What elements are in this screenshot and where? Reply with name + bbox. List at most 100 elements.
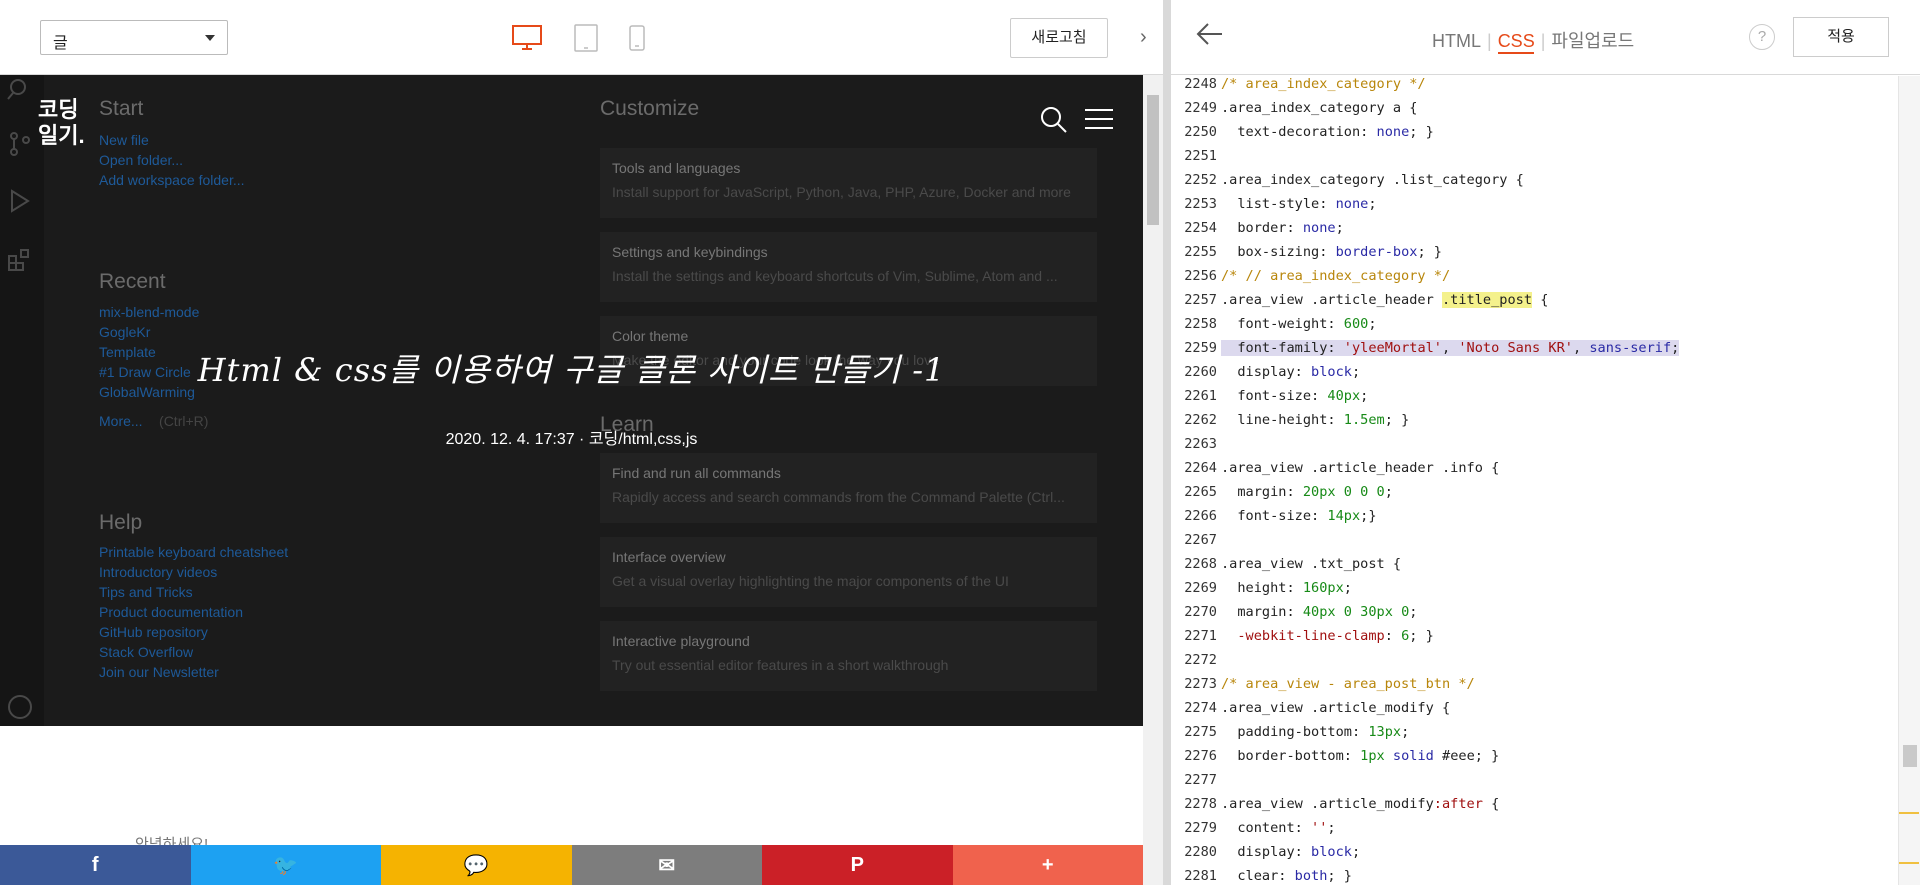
twitter-share-button[interactable]: 🐦 — [190, 845, 381, 885]
code-line[interactable]: 2274 .area_view .article_modify { — [1171, 700, 1898, 724]
mobile-icon[interactable] — [629, 25, 645, 51]
code-line[interactable]: 2263 — [1171, 436, 1898, 460]
blog-logo[interactable]: 코딩 일기. — [38, 97, 85, 149]
category-select[interactable]: 글 — [40, 20, 228, 55]
line-number: 2262 — [1184, 412, 1217, 428]
code-line[interactable]: 2258 font-weight: 600; — [1171, 316, 1898, 340]
vscode-card: Interactive playground Try out essential… — [600, 621, 1097, 691]
vscode-link: New file — [99, 132, 149, 148]
code-text: /* area_index_category */ — [1221, 76, 1426, 92]
back-arrow-icon[interactable] — [1196, 22, 1224, 46]
code-text: height: 160px; — [1237, 580, 1352, 596]
code-line[interactable]: 2267 — [1171, 532, 1898, 556]
vscode-card-desc: Get a visual overlay highlighting the ma… — [612, 573, 1009, 589]
code-text: clear: both; } — [1237, 868, 1352, 884]
tab-file-upload[interactable]: 파일업로드 — [1545, 31, 1640, 51]
css-code-editor[interactable]: 2248/* area_index_category */2249 .area_i… — [1171, 76, 1898, 885]
facebook-share-button[interactable]: f — [0, 845, 191, 885]
code-line[interactable]: 2254 border: none; — [1171, 220, 1898, 244]
code-line[interactable]: 2277 — [1171, 772, 1898, 796]
vscode-help-heading: Help — [99, 511, 143, 534]
vscode-link: Stack Overflow — [99, 644, 194, 660]
code-line[interactable]: 2251 — [1171, 148, 1898, 172]
tab-html[interactable]: HTML — [1426, 31, 1487, 51]
code-text: line-height: 1.5em; } — [1237, 412, 1410, 428]
code-line[interactable]: 2271 -webkit-line-clamp: 6; } — [1171, 628, 1898, 652]
tab-separator: | — [1487, 31, 1492, 51]
line-number: 2263 — [1184, 436, 1217, 452]
line-number: 2272 — [1184, 652, 1217, 668]
code-line[interactable]: 2252 .area_index_category .list_category … — [1171, 172, 1898, 196]
code-text: margin: 20px 0 0 0; — [1237, 484, 1393, 500]
code-line[interactable]: 2264 .area_view .article_header .info { — [1171, 460, 1898, 484]
code-text: .area_index_category .list_category { — [1221, 172, 1524, 188]
line-number: 2280 — [1184, 844, 1217, 860]
collapse-panel-icon[interactable]: › — [1140, 26, 1147, 49]
vscode-card-title: Settings and keybindings — [612, 244, 768, 260]
code-text: text-decoration: none; } — [1237, 124, 1434, 140]
pinterest-share-button[interactable]: P — [762, 845, 953, 885]
line-number: 2264 — [1184, 460, 1217, 476]
skin-editor-panel: HTML | CSS | 파일업로드 ? 적용 2248/* area_index_ca… — [1171, 0, 1920, 885]
line-number: 2275 — [1184, 724, 1217, 740]
code-line[interactable]: 2257 .area_view .article_header .title_po… — [1171, 292, 1898, 316]
pane-divider[interactable] — [1163, 0, 1171, 885]
vscode-link: GogleKr — [99, 324, 151, 340]
desktop-icon[interactable] — [512, 25, 542, 51]
line-number: 2276 — [1184, 748, 1217, 764]
more-share-button[interactable]: + — [952, 845, 1143, 885]
menu-icon[interactable] — [1085, 108, 1113, 130]
code-line[interactable]: 2270 margin: 40px 0 30px 0; — [1171, 604, 1898, 628]
code-scrollbar-thumb[interactable] — [1903, 745, 1917, 767]
code-line[interactable]: 2250 text-decoration: none; } — [1171, 124, 1898, 148]
code-line[interactable]: 2248/* area_index_category */ — [1171, 76, 1898, 100]
tablet-icon[interactable] — [574, 24, 598, 52]
code-line[interactable]: 2265 margin: 20px 0 0 0; — [1171, 484, 1898, 508]
code-text: padding-bottom: 13px; — [1237, 724, 1410, 740]
code-line[interactable]: 2280 display: block; — [1171, 844, 1898, 868]
kakaostory-share-button[interactable]: 💬 — [381, 845, 572, 885]
search-icon — [7, 79, 26, 100]
code-line[interactable]: 2273/* area_view - area_post_btn */ — [1171, 676, 1898, 700]
code-line[interactable]: 2259 font-family: 'yleeMortal', 'Noto Sa… — [1171, 340, 1898, 364]
code-line[interactable]: 2272 — [1171, 652, 1898, 676]
code-text: /* // area_index_category */ — [1221, 268, 1451, 284]
code-line[interactable]: 2281 clear: both; } — [1171, 868, 1898, 885]
code-line[interactable]: 2256/* // area_index_category */ — [1171, 268, 1898, 292]
code-line[interactable]: 2269 height: 160px; — [1171, 580, 1898, 604]
refresh-button[interactable]: 새로고침 — [1010, 18, 1108, 58]
vscode-card-desc: Install the settings and keyboard shortc… — [612, 268, 1058, 284]
code-line[interactable]: 2278 .area_view .article_modify:after { — [1171, 796, 1898, 820]
vscode-start-heading: Start — [99, 97, 144, 120]
code-text: font-size: 14px;} — [1237, 508, 1377, 524]
code-text: font-size: 40px; — [1237, 388, 1369, 404]
vscode-link: mix-blend-mode — [99, 304, 200, 320]
email-share-button[interactable]: ✉ — [571, 845, 762, 885]
code-line[interactable]: 2262 line-height: 1.5em; } — [1171, 412, 1898, 436]
code-line[interactable]: 2260 display: block; — [1171, 364, 1898, 388]
tab-css[interactable]: CSS — [1492, 31, 1541, 51]
category-select-value: 글 — [53, 35, 68, 52]
vscode-customize-heading: Customize — [600, 97, 700, 120]
line-number: 2255 — [1184, 244, 1217, 260]
code-line[interactable]: 2255 box-sizing: border-box; } — [1171, 244, 1898, 268]
line-number: 2278 — [1184, 796, 1217, 812]
preview-scrollbar-thumb[interactable] — [1147, 95, 1159, 225]
apply-button[interactable]: 적용 — [1793, 17, 1889, 57]
vscode-card-desc: Install support for JavaScript, Python, … — [612, 184, 1071, 200]
code-text: .area_view .article_modify:after { — [1221, 796, 1500, 812]
code-line[interactable]: 2261 font-size: 40px; — [1171, 388, 1898, 412]
post-cover-image: Start New file Open folder... Add worksp… — [0, 75, 1143, 726]
code-line[interactable]: 2276 border-bottom: 1px solid #eee; } — [1171, 748, 1898, 772]
code-line[interactable]: 2249 .area_index_category a { — [1171, 100, 1898, 124]
help-icon[interactable]: ? — [1749, 24, 1775, 50]
code-line[interactable]: 2268 .area_view .txt_post { — [1171, 556, 1898, 580]
code-text: font-weight: 600; — [1237, 316, 1377, 332]
code-line[interactable]: 2253 list-style: none; — [1171, 196, 1898, 220]
search-icon[interactable] — [1040, 106, 1068, 134]
code-line[interactable]: 2275 padding-bottom: 13px; — [1171, 724, 1898, 748]
code-line[interactable]: 2279 content: ''; — [1171, 820, 1898, 844]
code-line[interactable]: 2266 font-size: 14px;} — [1171, 508, 1898, 532]
